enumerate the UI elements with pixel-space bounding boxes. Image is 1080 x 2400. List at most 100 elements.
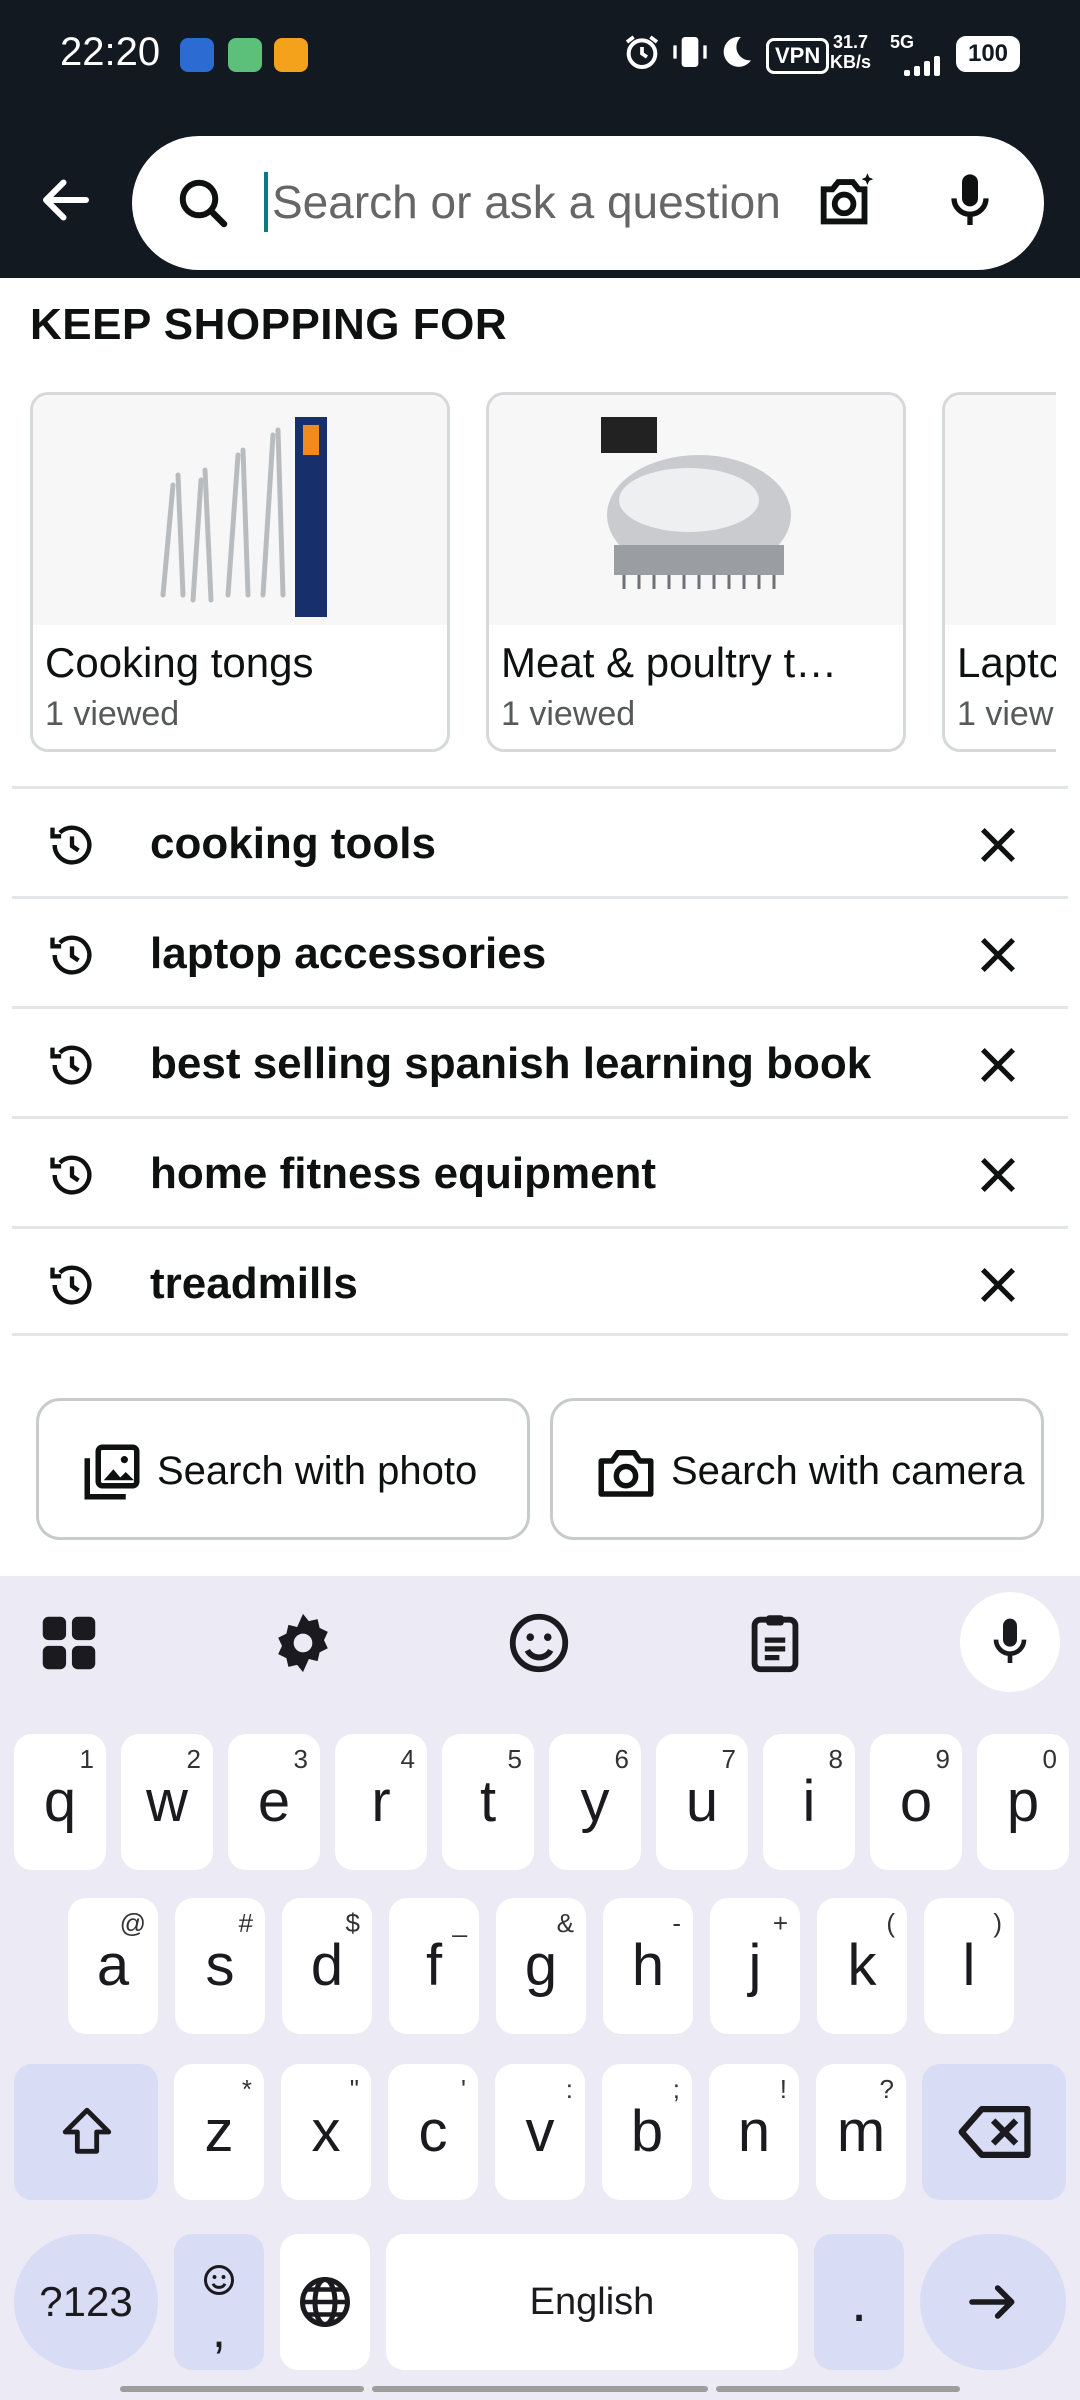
history-item[interactable]: laptop accessories [12,896,1068,1006]
back-arrow-icon[interactable] [36,170,96,230]
search-with-camera-button[interactable]: Search with camera [550,1398,1044,1540]
key-d[interactable]: d $ [282,1898,372,2034]
key-w[interactable]: w2 [121,1734,213,1870]
key-label: c [418,2099,448,2164]
key-r[interactable]: r4 [335,1734,427,1870]
key-label: r [371,1769,391,1834]
key-p[interactable]: p0 [977,1734,1069,1870]
key-q[interactable]: q1 [14,1734,106,1870]
gear-icon[interactable] [268,1608,338,1678]
emoji-icon[interactable] [504,1608,574,1678]
camera-icon [598,1450,654,1497]
search-bar[interactable] [132,136,1044,270]
key-hint: ) [993,1908,1002,1938]
key-y[interactable]: y6 [549,1734,641,1870]
key-x[interactable]: x " [281,2064,371,2200]
key-l[interactable]: l) [924,1898,1014,2034]
key-u[interactable]: u7 [656,1734,748,1870]
history-item[interactable]: cooking tools [12,786,1068,896]
key-m[interactable]: m? [816,2064,906,2200]
close-icon[interactable] [972,1149,1024,1201]
key-hint: ' [461,2074,466,2104]
key-label: o [899,1769,933,1834]
clipboard-icon[interactable] [740,1608,810,1678]
history-clock-icon [50,825,92,865]
arrow-right-icon [969,2285,1015,2319]
key-hint: 2 [186,1744,201,1774]
key-c[interactable]: c ' [388,2064,478,2200]
key-label: t [479,1769,497,1834]
status-bar: 22:20 VPN 31.7 KB/s 5G 100 [0,0,1080,110]
shift-arrow-icon [62,2107,112,2154]
card-subtitle: 1 view [957,695,1054,733]
history-item[interactable]: home fitness equipment [12,1116,1068,1226]
comma-emoji-key[interactable]: , [174,2234,264,2370]
symbols-key[interactable]: ?123 [14,2234,158,2370]
apps-grid-icon[interactable] [34,1608,104,1678]
key-f[interactable]: f _ [389,1898,479,2034]
microphone-icon[interactable] [938,166,1002,236]
key-g[interactable]: g & [496,1898,586,2034]
close-icon[interactable] [972,819,1024,871]
key-e[interactable]: e3 [228,1734,320,1870]
key-h[interactable]: h- [603,1898,693,2034]
key-o[interactable]: o9 [870,1734,962,1870]
text-cursor [264,172,268,232]
key-a[interactable]: a @ [68,1898,158,2034]
key-label: y [580,1769,610,1834]
key-k[interactable]: k( [817,1898,907,2034]
key-hint: * [241,2074,252,2104]
history-clock-icon [50,935,92,975]
vibrate-icon [673,37,707,67]
history-item-label: laptop accessories [150,929,547,978]
enter-key[interactable] [920,2234,1066,2370]
key-n[interactable]: n! [709,2064,799,2200]
product-card-laptop[interactable]: Laptc 1 view [942,392,1056,752]
key-label: x [311,2099,341,2164]
card-subtitle: 1 viewed [501,695,636,733]
key-v[interactable]: v: [495,2064,585,2200]
period-key[interactable]: . [814,2234,904,2370]
key-label: e [257,1769,291,1834]
key-b[interactable]: b; [602,2064,692,2200]
product-image [489,395,903,625]
keep-shopping-carousel[interactable]: Cooking tongs 1 viewed Meat & poultry t…… [30,392,1056,754]
globe-key[interactable] [280,2234,370,2370]
key-label: w [146,1769,188,1834]
key-i[interactable]: i8 [763,1734,855,1870]
product-card-meat-tenderizer[interactable]: Meat & poultry t… 1 viewed [486,392,906,752]
key-j[interactable]: j + [710,1898,800,2034]
voice-input-button[interactable] [960,1592,1060,1692]
product-card-cooking-tongs[interactable]: Cooking tongs 1 viewed [30,392,450,752]
key-hint: 4 [400,1744,415,1774]
close-icon[interactable] [972,1039,1024,1091]
space-key[interactable]: English [386,2234,798,2370]
search-history-list: cooking tools laptop accessories best se… [12,786,1068,1336]
history-item-label: treadmills [150,1259,358,1308]
close-icon[interactable] [972,1259,1024,1311]
history-item-label: best selling spanish learning book [150,1039,872,1088]
key-s[interactable]: s # [175,1898,265,2034]
app-notification-icon [228,38,262,72]
camera-search-icon[interactable] [812,166,882,236]
gesture-navigation-bar [716,2386,960,2392]
backspace-icon [958,2106,1031,2159]
key-hint: ! [779,2074,787,2104]
history-item[interactable]: treadmills [12,1226,1068,1336]
close-icon[interactable] [972,929,1024,981]
search-with-photo-button[interactable]: Search with photo [36,1398,530,1540]
key-z[interactable]: z * [174,2064,264,2200]
key-t[interactable]: t5 [442,1734,534,1870]
comma-label: , [212,2302,226,2358]
backspace-key[interactable] [922,2064,1066,2200]
history-item[interactable]: best selling spanish learning book [12,1006,1068,1116]
search-icon [179,179,228,228]
key-hint: " [349,2074,359,2104]
history-clock-icon [50,1265,92,1305]
card-title: Meat & poultry t… [501,639,838,686]
key-hint: ( [886,1908,895,1938]
history-item-label: home fitness equipment [150,1149,657,1198]
shift-key[interactable] [14,2064,158,2200]
do-not-disturb-moon-icon [723,36,751,67]
key-label: s [205,1933,235,1998]
